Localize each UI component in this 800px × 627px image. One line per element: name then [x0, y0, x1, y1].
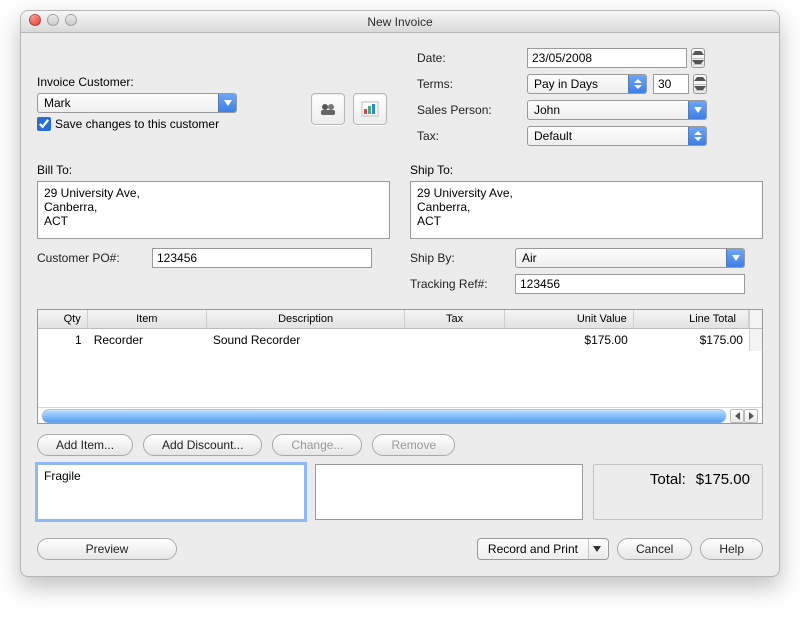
window-controls — [29, 14, 77, 26]
terms-days-field[interactable] — [653, 74, 689, 94]
add-item-button[interactable]: Add Item... — [37, 434, 133, 456]
chevron-updown-icon — [688, 127, 706, 145]
ship-to-field[interactable]: 29 University Ave, Canberra, ACT — [410, 181, 763, 239]
col-item[interactable]: Item — [88, 310, 207, 328]
customers-button[interactable] — [311, 93, 345, 125]
scroll-left-button[interactable] — [730, 409, 744, 423]
tax-label: Tax: — [417, 129, 527, 143]
zoom-button[interactable] — [65, 14, 77, 26]
col-tax[interactable]: Tax — [405, 310, 504, 328]
chevron-updown-icon — [628, 75, 646, 93]
remove-button[interactable]: Remove — [372, 434, 455, 456]
line-items-table: Qty Item Description Tax Unit Value Line… — [37, 309, 763, 424]
salesperson-label: Sales Person: — [417, 103, 527, 117]
help-button[interactable]: Help — [700, 538, 763, 560]
cell-item: Recorder — [88, 329, 207, 351]
save-changes-label: Save changes to this customer — [55, 117, 219, 131]
col-qty[interactable]: Qty — [38, 310, 88, 328]
change-button[interactable]: Change... — [272, 434, 362, 456]
customer-po-field[interactable] — [152, 248, 372, 268]
total-value: $175.00 — [696, 471, 750, 488]
scrollbar-thumb[interactable] — [42, 409, 726, 423]
table-header: Qty Item Description Tax Unit Value Line… — [38, 310, 762, 329]
date-stepper[interactable] — [691, 48, 705, 68]
scroll-right-button[interactable] — [744, 409, 758, 423]
table-row[interactable]: 1 Recorder Sound Recorder $175.00 $175.0… — [38, 329, 762, 351]
cell-unit-value: $175.00 — [505, 329, 634, 351]
terms-days-stepper[interactable] — [693, 74, 707, 94]
preview-button[interactable]: Preview — [37, 538, 177, 560]
minimize-button[interactable] — [47, 14, 59, 26]
table-body[interactable]: 1 Recorder Sound Recorder $175.00 $175.0… — [38, 329, 762, 407]
date-label: Date: — [417, 51, 527, 65]
salesperson-select[interactable]: John — [527, 100, 707, 120]
cancel-button[interactable]: Cancel — [617, 538, 692, 560]
add-discount-button[interactable]: Add Discount... — [143, 434, 262, 456]
bill-to-field[interactable]: 29 University Ave, Canberra, ACT — [37, 181, 390, 239]
tracking-label: Tracking Ref#: — [410, 277, 515, 291]
close-button[interactable] — [29, 14, 41, 26]
ship-to-label: Ship To: — [410, 163, 763, 177]
chevron-down-icon — [688, 101, 706, 119]
tax-select[interactable]: Default — [527, 126, 707, 146]
titlebar: New Invoice — [21, 11, 779, 33]
note-field-2[interactable] — [315, 464, 583, 520]
invoice-customer-label: Invoice Customer: — [37, 75, 387, 89]
window-title: New Invoice — [367, 15, 432, 29]
report-button[interactable] — [353, 93, 387, 125]
save-changes-input[interactable] — [37, 117, 51, 131]
col-line-total[interactable]: Line Total — [634, 310, 749, 328]
chart-icon — [361, 101, 379, 117]
customer-select-value: Mark — [38, 96, 77, 110]
total-label: Total: — [650, 471, 686, 488]
horizontal-scrollbar[interactable] — [38, 407, 762, 423]
chevron-down-icon — [588, 539, 606, 559]
customer-select[interactable]: Mark — [37, 93, 237, 113]
total-box: Total: $175.00 — [593, 464, 763, 520]
chevron-down-icon — [218, 94, 236, 112]
people-icon — [319, 102, 337, 116]
save-changes-checkbox[interactable]: Save changes to this customer — [37, 117, 219, 131]
tracking-field[interactable] — [515, 274, 745, 294]
scrollbar-track — [749, 310, 762, 328]
record-print-select[interactable]: Record and Print — [477, 538, 609, 560]
note-field-1[interactable]: Fragile — [37, 464, 305, 520]
cell-qty: 1 — [38, 329, 88, 351]
col-unit-value[interactable]: Unit Value — [505, 310, 634, 328]
chevron-down-icon — [726, 249, 744, 267]
bill-to-label: Bill To: — [37, 163, 390, 177]
window-frame: New Invoice Invoice Customer: Mark Save … — [20, 10, 780, 577]
customer-po-label: Customer PO#: — [37, 251, 152, 265]
terms-label: Terms: — [417, 77, 527, 91]
col-description[interactable]: Description — [207, 310, 406, 328]
cell-description: Sound Recorder — [207, 329, 406, 351]
ship-by-select[interactable]: Air — [515, 248, 745, 268]
terms-select[interactable]: Pay in Days — [527, 74, 647, 94]
date-field[interactable] — [527, 48, 687, 68]
cell-tax — [405, 329, 504, 351]
cell-line-total: $175.00 — [634, 329, 749, 351]
ship-by-label: Ship By: — [410, 251, 515, 265]
